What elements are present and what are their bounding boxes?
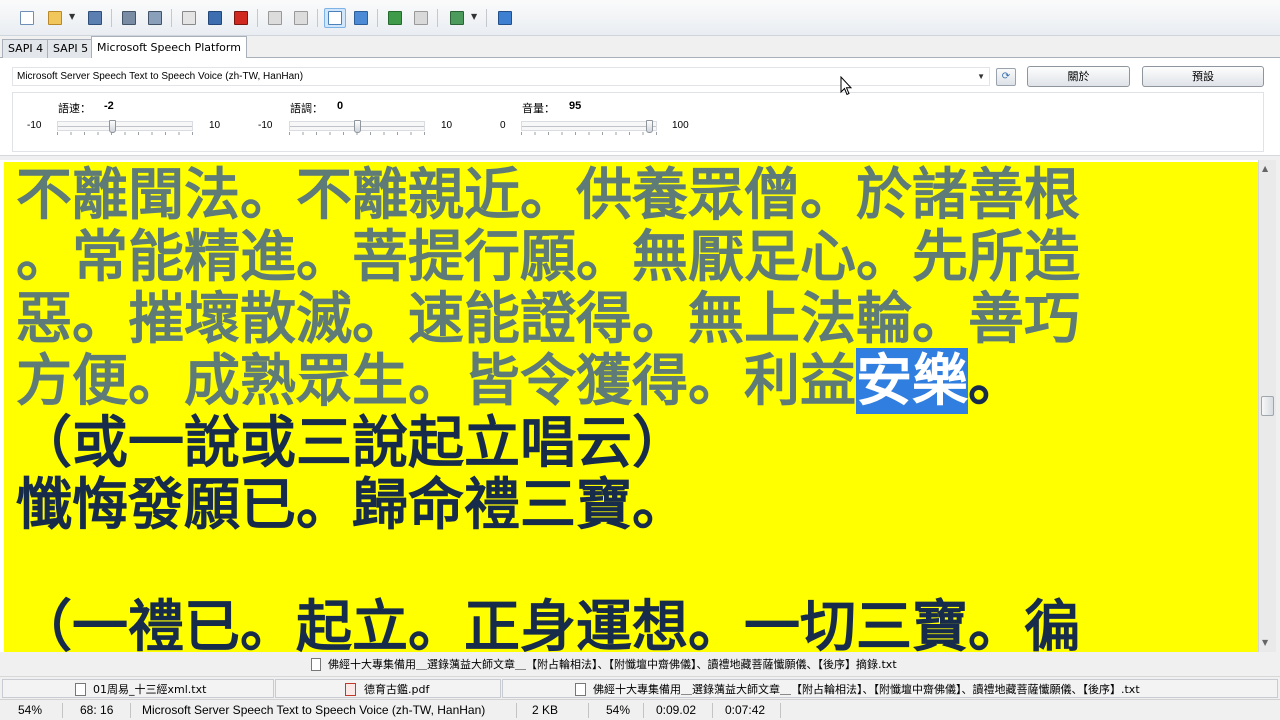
audio-format-icon[interactable] <box>446 8 468 28</box>
cursor-position: 68: 16 <box>80 703 114 717</box>
scrollbar-thumb[interactable] <box>1261 396 1274 416</box>
open-dropdown-icon[interactable]: ▼ <box>66 8 78 28</box>
pause-icon[interactable] <box>204 8 226 28</box>
engine-tabs: SAPI 4 SAPI 5 Microsoft Speech Platform <box>0 36 1280 59</box>
open-file-name: 01周易_十三經xml.txt <box>93 683 207 696</box>
pitch-value: 0 <box>337 100 344 112</box>
current-file-path: 佛經十大專集備用＿選錄蕅益大師文章＿【附占輪相法】、【附懺壇中齋佛儀】、讀禮地藏… <box>328 658 897 671</box>
open-folder-icon[interactable] <box>44 8 66 28</box>
next-sentence-icon[interactable] <box>290 8 312 28</box>
pitch-slider[interactable] <box>289 120 425 133</box>
current-file-bar: 佛經十大專集備用＿選錄蕅益大師文章＿【附占輪相法】、【附懺壇中齋佛儀】、讀禮地藏… <box>0 654 1280 676</box>
volume-slider-thumb[interactable] <box>646 120 654 133</box>
stop-icon[interactable] <box>230 8 252 28</box>
pdf-file-icon <box>345 683 356 696</box>
new-file-icon[interactable] <box>16 8 38 28</box>
rate-value: -2 <box>104 100 114 112</box>
slider-group: 語速： -2 -10 10 語調： 0 -10 10 音量： 95 0 100 <box>12 92 1264 152</box>
pitch-label: 語調： <box>290 102 323 115</box>
mouse-cursor-icon <box>840 76 852 96</box>
tab-sapi4[interactable]: SAPI 4 <box>2 39 50 58</box>
spoken-text: 方便。成熟眾生。皆令獲得。利益 <box>16 348 856 414</box>
help-icon[interactable] <box>494 8 516 28</box>
volume-min: 0 <box>500 120 506 131</box>
audio-format-dropdown-icon[interactable]: ▼ <box>468 8 480 28</box>
rate-label: 語速： <box>58 102 91 115</box>
clipboard-monitor-icon[interactable] <box>384 8 406 28</box>
text-file-icon <box>311 658 321 671</box>
about-button[interactable]: 關於 <box>1027 66 1130 87</box>
status-bar: 54% 68: 16 Microsoft Server Speech Text … <box>0 699 1280 720</box>
volume-max: 100 <box>672 120 689 131</box>
doc-line: 不離聞法。不離親近。供養眾僧。於諸善根 <box>16 162 1080 228</box>
unspoken-text: 。 <box>968 348 1024 414</box>
pitch-min: -10 <box>258 120 273 131</box>
default-button[interactable]: 預設 <box>1142 66 1264 87</box>
play-icon[interactable] <box>178 8 200 28</box>
open-file-tab[interactable]: 佛經十大專集備用＿選錄蕅益大師文章＿【附占輪相法】、【附懺壇中齋佛儀】、讀禮地藏… <box>502 679 1278 698</box>
view-bookmark-icon[interactable] <box>350 8 372 28</box>
open-file-tab[interactable]: 01周易_十三經xml.txt <box>2 679 274 698</box>
elapsed-time: 0:09.02 <box>656 703 697 717</box>
open-files-bar: 01周易_十三經xml.txt 德育古鑑.pdf 佛經十大專集備用＿選錄蕅益大師… <box>0 676 1280 698</box>
refresh-voices-icon[interactable]: ⟳ <box>996 68 1016 86</box>
view-text-icon[interactable] <box>324 8 346 28</box>
pitch-max: 10 <box>441 120 453 131</box>
zoom-level: 54% <box>18 703 43 717</box>
rate-min: -10 <box>27 120 42 131</box>
clipboard-paste-icon[interactable] <box>410 8 432 28</box>
open-file-name: 德育古鑑.pdf <box>364 683 430 696</box>
pitch-slider-thumb[interactable] <box>354 120 361 133</box>
chevron-down-icon: ▼ <box>977 72 985 81</box>
rate-slider[interactable] <box>57 120 193 133</box>
voice-select-value: Microsoft Server Speech Text to Speech V… <box>17 71 304 82</box>
doc-line: （或一說或三說起立唱云） <box>16 410 688 476</box>
file-size: 2 KB <box>532 703 559 717</box>
doc-line: 惡。摧壞散滅。速能證得。無上法輪。善巧 <box>16 286 1080 352</box>
export-icon[interactable] <box>118 8 140 28</box>
text-file-icon <box>575 683 586 696</box>
scroll-up-icon[interactable]: ▲ <box>1262 164 1268 173</box>
doc-line: 懺悔發願已。歸命禮三寶。 <box>16 472 688 538</box>
doc-line: 。常能精進。菩提行願。無厭足心。先所造 <box>16 224 1080 290</box>
volume-value: 95 <box>569 100 582 112</box>
current-word-highlight: 安樂 <box>856 348 968 414</box>
rate-max: 10 <box>209 120 221 131</box>
open-file-tab[interactable]: 德育古鑑.pdf <box>275 679 501 698</box>
volume-slider[interactable] <box>521 120 657 133</box>
total-time: 0:07:42 <box>725 703 766 717</box>
tab-microsoft-speech-platform[interactable]: Microsoft Speech Platform <box>91 36 247 59</box>
doc-line: 方便。成熟眾生。皆令獲得。利益安樂。 <box>16 348 1024 414</box>
text-file-icon <box>75 683 86 696</box>
export-all-icon[interactable] <box>144 8 166 28</box>
prev-sentence-icon[interactable] <box>264 8 286 28</box>
document-scrollbar[interactable]: ▲ ▼ <box>1258 160 1276 652</box>
tab-sapi5[interactable]: SAPI 5 <box>47 39 95 58</box>
read-progress: 54% <box>606 703 631 717</box>
status-voice: Microsoft Server Speech Text to Speech V… <box>142 703 486 717</box>
doc-line: （一禮已。起立。正身運想。一切三寶。徧 <box>16 594 1080 652</box>
volume-label: 音量： <box>522 102 555 115</box>
app-window: ▼ ▼ SAPI 4 SAPI 5 Microsoft Speech Platf… <box>0 0 1280 720</box>
toolbar: ▼ ▼ <box>0 0 1280 36</box>
scroll-down-icon[interactable]: ▼ <box>1262 638 1268 647</box>
save-icon[interactable] <box>84 8 106 28</box>
rate-slider-thumb[interactable] <box>108 120 116 133</box>
voice-panel: Microsoft Server Speech Text to Speech V… <box>0 58 1280 156</box>
text-document[interactable]: 不離聞法。不離親近。供養眾僧。於諸善根 。常能精進。菩提行願。無厭足心。先所造 … <box>0 160 1258 652</box>
open-file-name: 佛經十大專集備用＿選錄蕅益大師文章＿【附占輪相法】、【附懺壇中齋佛儀】、讀禮地藏… <box>593 683 1140 696</box>
